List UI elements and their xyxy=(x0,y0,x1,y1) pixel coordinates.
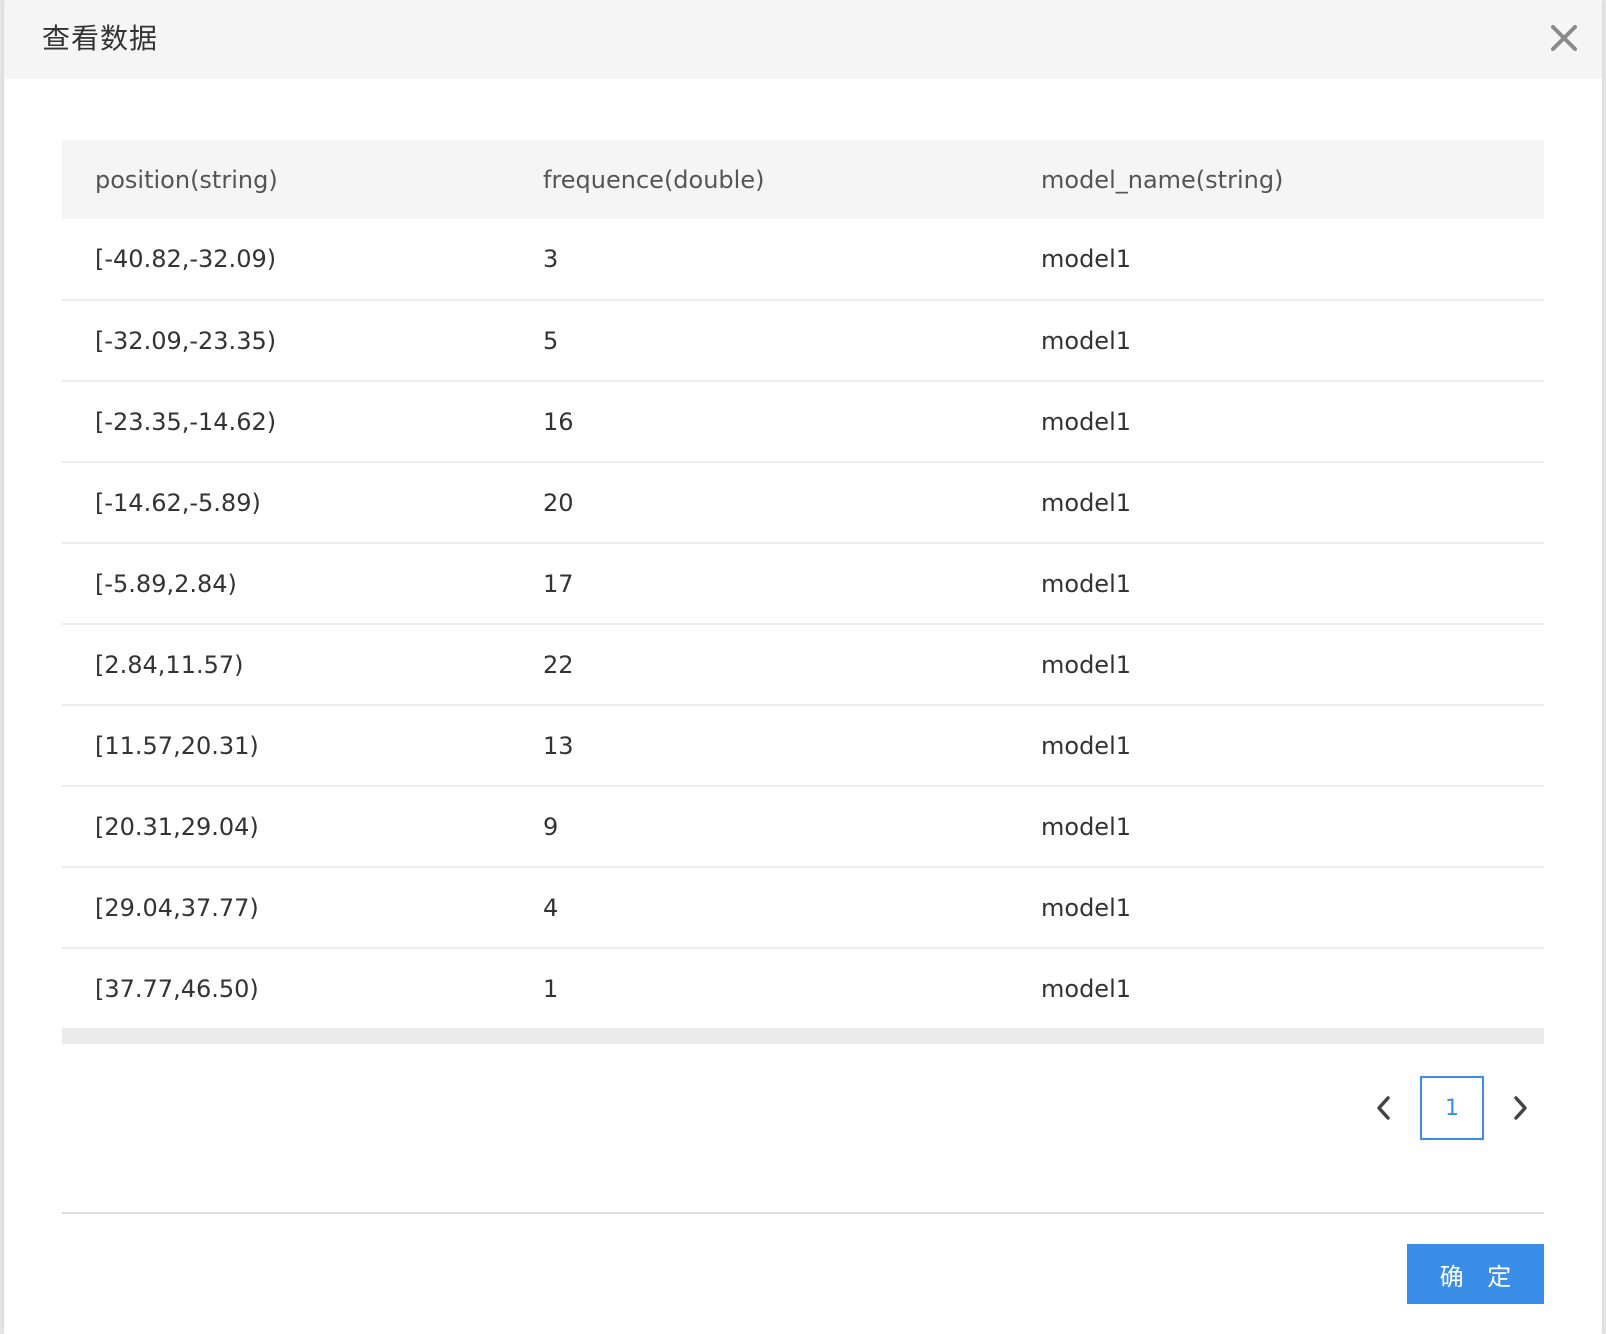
cell-model-name: model1 xyxy=(1041,731,1131,760)
cell-model-name: model1 xyxy=(1041,893,1131,922)
data-table: position(string) frequence(double) model… xyxy=(62,140,1544,1030)
cell-frequence: 22 xyxy=(543,650,574,679)
table-row: [20.31,29.04) 9 model1 xyxy=(62,786,1544,867)
column-header-model-name: model_name(string) xyxy=(1041,165,1284,194)
cell-model-name: model1 xyxy=(1041,569,1131,598)
chevron-left-icon xyxy=(1377,1096,1390,1120)
cell-position: [29.04,37.77) xyxy=(95,893,259,922)
table-header: position(string) frequence(double) model… xyxy=(62,140,1544,219)
table-header-row: position(string) frequence(double) model… xyxy=(62,140,1544,219)
prev-page-button[interactable] xyxy=(1364,1076,1404,1140)
cell-model-name: model1 xyxy=(1041,488,1131,517)
cell-position: [-23.35,-14.62) xyxy=(95,407,277,436)
table-row: [-5.89,2.84) 17 model1 xyxy=(62,543,1544,624)
view-data-dialog: 查看数据 position(string) frequence(double) … xyxy=(4,0,1602,1334)
pagination: 1 xyxy=(1364,1076,1540,1140)
cell-position: [-5.89,2.84) xyxy=(95,569,237,598)
cell-position: [-32.09,-23.35) xyxy=(95,326,277,355)
cell-model-name: model1 xyxy=(1041,974,1131,1003)
close-icon xyxy=(1551,25,1577,51)
page-background: 查看数据 position(string) frequence(double) … xyxy=(0,0,1606,1334)
table-row: [-32.09,-23.35) 5 model1 xyxy=(62,300,1544,381)
cell-position: [20.31,29.04) xyxy=(95,812,259,841)
cell-model-name: model1 xyxy=(1041,245,1131,273)
cell-frequence: 5 xyxy=(543,326,559,355)
footer-divider xyxy=(62,1212,1544,1214)
cell-frequence: 4 xyxy=(543,893,559,922)
cell-position: [2.84,11.57) xyxy=(95,650,244,679)
cell-position: [-40.82,-32.09) xyxy=(95,245,277,273)
horizontal-scrollbar[interactable] xyxy=(62,1030,1544,1044)
chevron-right-icon xyxy=(1514,1096,1527,1120)
page-number-button[interactable]: 1 xyxy=(1420,1076,1484,1140)
cell-frequence: 16 xyxy=(543,407,574,436)
next-page-button[interactable] xyxy=(1500,1076,1540,1140)
ok-button[interactable]: 确 定 xyxy=(1407,1244,1544,1304)
table-row: [29.04,37.77) 4 model1 xyxy=(62,867,1544,948)
table-row: [-23.35,-14.62) 16 model1 xyxy=(62,381,1544,462)
cell-model-name: model1 xyxy=(1041,650,1131,679)
cell-model-name: model1 xyxy=(1041,407,1131,436)
table-body: [-40.82,-32.09) 3 model1 [-32.09,-23.35)… xyxy=(62,219,1544,1029)
column-header-position: position(string) xyxy=(95,165,278,194)
cell-model-name: model1 xyxy=(1041,326,1131,355)
table-row: [-14.62,-5.89) 20 model1 xyxy=(62,462,1544,543)
cell-frequence: 1 xyxy=(543,974,559,1003)
table-row: [2.84,11.57) 22 model1 xyxy=(62,624,1544,705)
dialog-header: 查看数据 xyxy=(4,0,1602,79)
table-row: [-40.82,-32.09) 3 model1 xyxy=(62,219,1544,300)
cell-position: [-14.62,-5.89) xyxy=(95,488,261,517)
cell-position: [37.77,46.50) xyxy=(95,974,259,1003)
cell-frequence: 9 xyxy=(543,812,559,841)
cell-model-name: model1 xyxy=(1041,812,1131,841)
cell-frequence: 13 xyxy=(543,731,574,760)
column-header-frequence: frequence(double) xyxy=(543,165,765,194)
table-row: [11.57,20.31) 13 model1 xyxy=(62,705,1544,786)
data-table-container: position(string) frequence(double) model… xyxy=(62,140,1544,1044)
cell-frequence: 3 xyxy=(543,245,559,273)
cell-frequence: 20 xyxy=(543,488,574,517)
table-row: [37.77,46.50) 1 model1 xyxy=(62,948,1544,1029)
dialog-title: 查看数据 xyxy=(42,22,159,55)
close-button[interactable] xyxy=(1544,18,1584,58)
cell-position: [11.57,20.31) xyxy=(95,731,259,760)
cell-frequence: 17 xyxy=(543,569,574,598)
